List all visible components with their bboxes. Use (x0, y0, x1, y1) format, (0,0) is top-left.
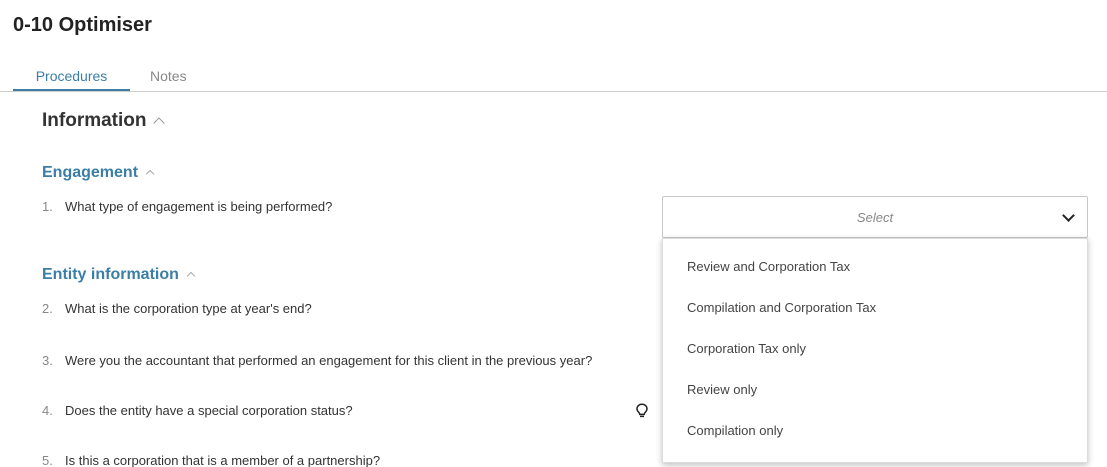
subsection-title: Engagement (42, 164, 139, 181)
lightbulb-icon[interactable] (635, 403, 649, 419)
subsection-title: Entity information (42, 266, 179, 283)
option-review-only[interactable]: Review only (687, 382, 757, 397)
question-row: 2. What is the corporation type at year's… (42, 301, 312, 316)
question-number: 4. (42, 403, 53, 418)
question-text: Does the entity have a special corporati… (65, 403, 353, 418)
question-number: 2. (42, 301, 53, 316)
collapse-caret-icon[interactable] (186, 271, 196, 281)
section-information: Information (42, 110, 165, 132)
question-text: What type of engagement is being perform… (65, 199, 333, 214)
tab-procedures[interactable]: Procedures (13, 68, 130, 91)
option-compilation-and-corporation-tax[interactable]: Compilation and Corporation Tax (687, 300, 876, 315)
question-text: What is the corporation type at year's e… (65, 301, 312, 316)
collapse-caret-icon[interactable] (145, 169, 155, 179)
question-number: 5. (42, 453, 53, 467)
question-row: 3. Were you the accountant that performed… (42, 353, 592, 368)
question-row: 1. What type of engagement is being perfo… (42, 199, 332, 214)
page-title: 0-10 Optimiser (13, 14, 152, 36)
question-text: Is this a corporation that is a member o… (65, 453, 381, 467)
question-number: 3. (42, 353, 53, 368)
section-title-label: Information (42, 110, 147, 131)
question-row: 4. Does the entity have a special corpora… (42, 403, 353, 418)
tab-bar: Procedures Notes (0, 64, 1107, 92)
subsection-entity-information: Entity information (42, 266, 196, 284)
option-corporation-tax-only[interactable]: Corporation Tax only (687, 341, 806, 356)
tab-notes[interactable]: Notes (150, 68, 187, 84)
option-compilation-only[interactable]: Compilation only (687, 423, 783, 438)
question-text: Were you the accountant that performed a… (65, 353, 593, 368)
select-placeholder: Select (856, 210, 894, 225)
collapse-caret-icon[interactable] (152, 117, 165, 129)
subsection-engagement: Engagement (42, 164, 155, 182)
question-number: 1. (42, 199, 53, 214)
question-row: 5. Is this a corporation that is a member… (42, 453, 380, 467)
engagement-type-select[interactable]: Select (662, 196, 1088, 238)
option-review-and-corporation-tax[interactable]: Review and Corporation Tax (687, 259, 850, 274)
engagement-type-dropdown: Review and Corporation Tax Compilation a… (662, 238, 1088, 463)
